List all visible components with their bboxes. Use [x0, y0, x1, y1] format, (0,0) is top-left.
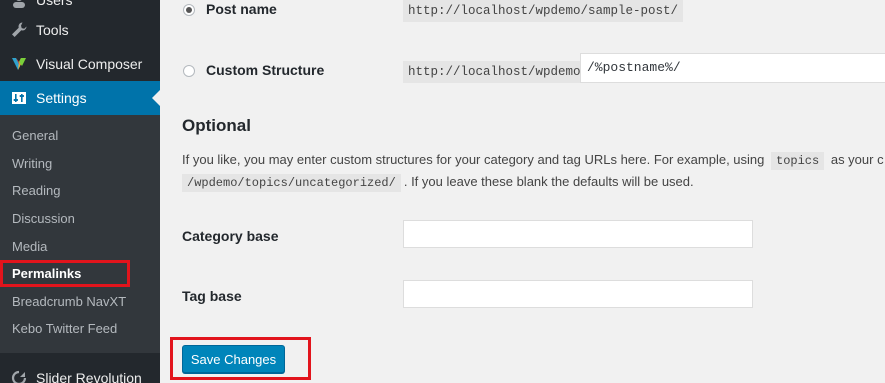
- menu-item-label: Tools: [36, 22, 69, 38]
- desc-text: . If you leave these blank the defaults …: [403, 174, 694, 189]
- submenu-item-general[interactable]: General: [12, 126, 58, 146]
- post-name-example: http://localhost/wpdemo/sample-post/: [403, 0, 684, 22]
- custom-structure-input[interactable]: /%postname%/: [580, 53, 885, 83]
- category-base-input[interactable]: [403, 220, 753, 248]
- menu-item-tools[interactable]: Tools: [0, 13, 160, 47]
- highlight-box-save-changes: [170, 337, 311, 380]
- menu-item-settings[interactable]: Settings: [0, 81, 160, 115]
- optional-description-line2: /wpdemo/topics/uncategorized/. If you le…: [182, 171, 694, 194]
- refresh-icon: [9, 368, 29, 383]
- desc-code-example-url: /wpdemo/topics/uncategorized/: [182, 174, 401, 192]
- admin-sidebar: Users Tools Visual Composer Settings Gen…: [0, 0, 160, 383]
- menu-item-label: Visual Composer: [36, 56, 143, 72]
- tag-base-input[interactable]: [403, 280, 753, 308]
- desc-text: as your c: [830, 152, 884, 167]
- optional-heading: Optional: [182, 116, 251, 135]
- menu-item-label: Slider Revolution: [36, 370, 142, 383]
- post-name-label: Post name: [206, 1, 277, 17]
- submenu-item-breadcrumb-navxt[interactable]: Breadcrumb NavXT: [12, 292, 126, 312]
- submenu-item-reading[interactable]: Reading: [12, 181, 60, 201]
- menu-item-visual-composer[interactable]: Visual Composer: [0, 47, 160, 81]
- menu-item-label: Users: [36, 0, 73, 8]
- radio-custom-structure[interactable]: [183, 65, 195, 77]
- submenu-item-kebo-twitter-feed[interactable]: Kebo Twitter Feed: [12, 319, 117, 339]
- custom-structure-label: Custom Structure: [206, 62, 325, 78]
- highlight-box-permalinks: [0, 260, 130, 287]
- visual-composer-icon: [9, 54, 29, 74]
- settings-submenu: General Writing Reading Discussion Media…: [0, 115, 160, 353]
- menu-item-slider-revolution[interactable]: Slider Revolution: [0, 361, 160, 383]
- radio-post-name[interactable]: [183, 4, 195, 16]
- submenu-item-discussion[interactable]: Discussion: [12, 209, 75, 229]
- settings-sliders-icon: [9, 88, 29, 108]
- menu-item-label: Settings: [36, 90, 87, 106]
- wrench-icon: [9, 20, 29, 40]
- submenu-item-media[interactable]: Media: [12, 237, 47, 257]
- submenu-item-writing[interactable]: Writing: [12, 154, 52, 174]
- main-content: Post name http://localhost/wpdemo/sample…: [160, 0, 885, 383]
- desc-code-topics: topics: [771, 152, 825, 170]
- custom-structure-prefix: http://localhost/wpdemo: [403, 61, 586, 83]
- tag-base-label: Tag base: [182, 288, 242, 304]
- category-base-label: Category base: [182, 228, 279, 244]
- optional-description-line1: If you like, you may enter custom struct…: [182, 149, 884, 172]
- users-icon: [9, 0, 29, 10]
- desc-text: If you like, you may enter custom struct…: [182, 152, 765, 167]
